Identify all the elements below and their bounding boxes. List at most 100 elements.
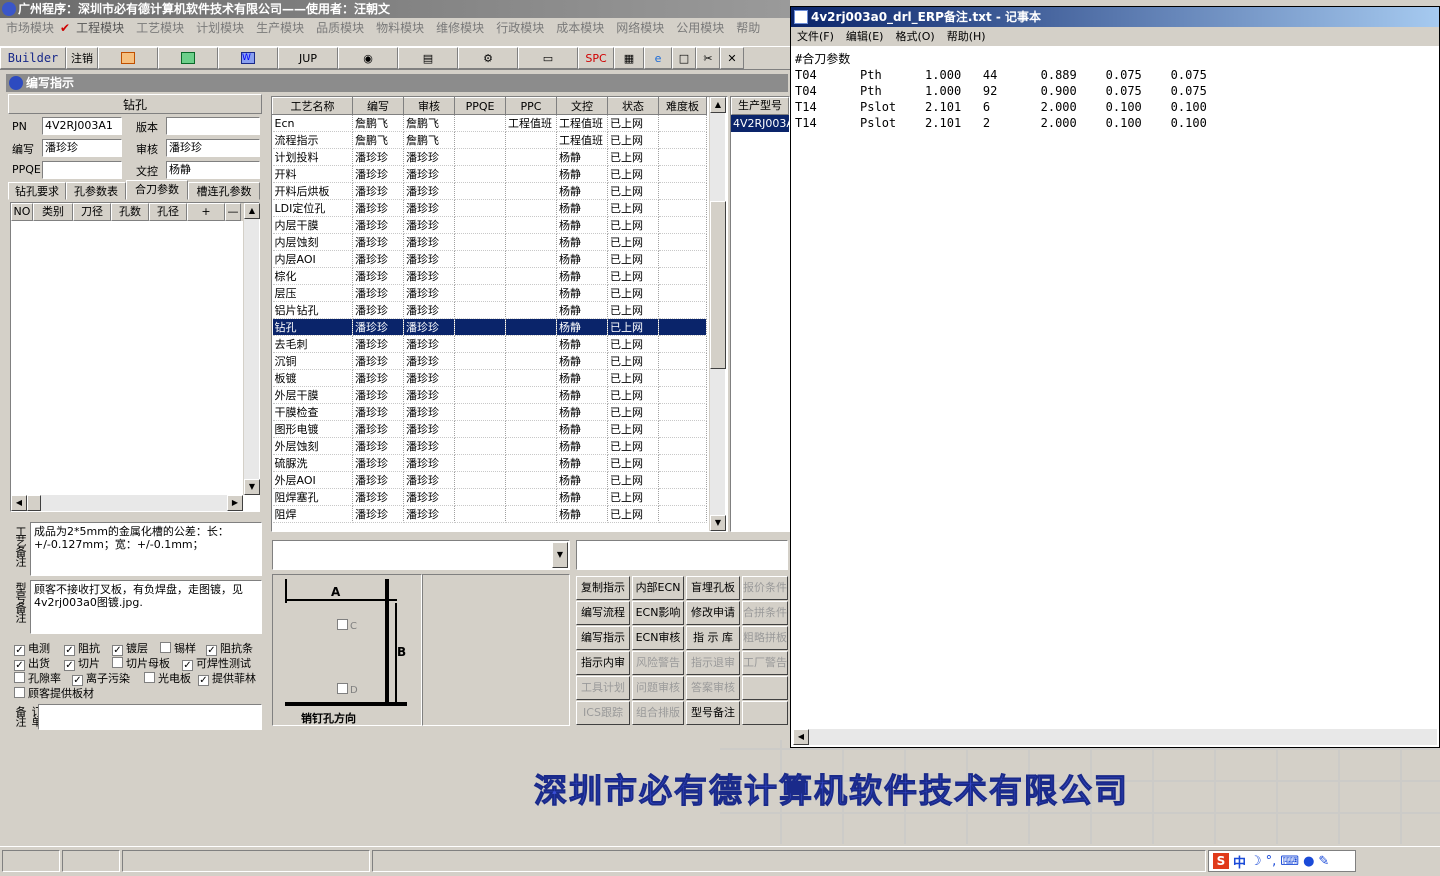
table-cell[interactable]: 潘珍珍 bbox=[352, 165, 404, 183]
spc-button[interactable]: SPC bbox=[578, 47, 614, 69]
action-button-19[interactable] bbox=[742, 676, 788, 700]
scroll-left-icon[interactable]: ◀ bbox=[11, 495, 27, 511]
vscroll-thumb[interactable] bbox=[710, 201, 726, 369]
checkbox-7[interactable]: 切片母板 bbox=[112, 655, 170, 671]
table-cell[interactable]: 潘珍珍 bbox=[403, 250, 455, 268]
table-cell[interactable]: 已上网 bbox=[607, 301, 659, 319]
table-cell[interactable]: 潘珍珍 bbox=[403, 233, 455, 251]
table-cell[interactable] bbox=[454, 148, 506, 166]
computer-button[interactable]: ▭ bbox=[518, 47, 578, 69]
table-cell[interactable]: 已上网 bbox=[607, 182, 659, 200]
table-row[interactable]: 计划投料 潘珍珍 潘珍珍 杨静 已上网 bbox=[272, 148, 707, 166]
action-button-12[interactable]: 指示内审 bbox=[576, 651, 630, 675]
table-cell[interactable]: 流程指示 bbox=[272, 131, 353, 149]
table-cell[interactable] bbox=[454, 403, 506, 421]
table-cell[interactable]: 杨静 bbox=[556, 148, 608, 166]
checkbox-box[interactable]: ✓ bbox=[198, 675, 209, 686]
action-button-14[interactable]: 指示退审 bbox=[686, 651, 740, 675]
word-button[interactable]: W bbox=[218, 47, 278, 69]
table-cell[interactable] bbox=[454, 182, 506, 200]
table-row[interactable]: 钻孔 潘珍珍 潘珍珍 杨静 已上网 bbox=[272, 318, 707, 336]
right-combo[interactable] bbox=[576, 540, 788, 570]
table-row[interactable]: 流程指示 詹鹏飞 詹鹏飞 工程值班 已上网 bbox=[272, 131, 707, 149]
scroll-up-icon[interactable]: ▲ bbox=[244, 203, 260, 219]
menu-item-0[interactable]: 市场模块 bbox=[0, 18, 60, 38]
table-row[interactable]: Ecn 詹鹏飞 詹鹏飞 工程值班 工程值班 已上网 bbox=[272, 114, 707, 132]
table-cell[interactable] bbox=[454, 216, 506, 234]
table-cell[interactable]: 已上网 bbox=[607, 369, 659, 387]
table-cell[interactable] bbox=[658, 131, 707, 149]
table-cell[interactable]: 潘珍珍 bbox=[403, 420, 455, 438]
close-button[interactable]: ✕ bbox=[720, 47, 744, 69]
table-cell[interactable]: 潘珍珍 bbox=[403, 318, 455, 336]
table-cell[interactable]: 杨静 bbox=[556, 420, 608, 438]
column-header-3[interactable]: PPQE bbox=[454, 97, 506, 115]
table-cell[interactable] bbox=[454, 233, 506, 251]
table-cell[interactable] bbox=[658, 148, 707, 166]
table-cell[interactable] bbox=[505, 505, 557, 523]
table-cell[interactable] bbox=[454, 199, 506, 217]
table-cell[interactable]: 已上网 bbox=[607, 505, 659, 523]
table-cell[interactable]: 沉铜 bbox=[272, 352, 353, 370]
table-row[interactable]: 去毛刺 潘珍珍 潘珍珍 杨静 已上网 bbox=[272, 335, 707, 353]
table-cell[interactable] bbox=[505, 318, 557, 336]
table-cell[interactable]: 杨静 bbox=[556, 233, 608, 251]
table-cell[interactable]: 内层干膜 bbox=[272, 216, 353, 234]
table-cell[interactable]: 工程值班 bbox=[505, 114, 557, 132]
table-cell[interactable]: 已上网 bbox=[607, 352, 659, 370]
table-cell[interactable]: 杨静 bbox=[556, 267, 608, 285]
action-button-1[interactable]: 内部ECN bbox=[632, 576, 684, 600]
table-cell[interactable] bbox=[658, 454, 707, 472]
table-row[interactable]: 外层干膜 潘珍珍 潘珍珍 杨静 已上网 bbox=[272, 386, 707, 404]
menu-item-11[interactable]: 公用模块 bbox=[670, 18, 730, 38]
table-cell[interactable]: 图形电镀 bbox=[272, 420, 353, 438]
menu-item-6[interactable]: 物料模块 bbox=[370, 18, 430, 38]
table-cell[interactable] bbox=[658, 369, 707, 387]
grid-hscrollbar[interactable]: ◀ ▶ bbox=[11, 495, 243, 511]
table-cell[interactable]: 已上网 bbox=[607, 131, 659, 149]
checkbox-4[interactable]: ✓ 阻抗条 bbox=[206, 640, 253, 656]
table-cell[interactable]: 潘珍珍 bbox=[352, 216, 404, 234]
diagram-check-d[interactable]: D bbox=[337, 683, 358, 696]
table-cell[interactable]: 潘珍珍 bbox=[352, 386, 404, 404]
notepad-menu-item-3[interactable]: 帮助(H) bbox=[941, 27, 992, 46]
table-cell[interactable]: 杨静 bbox=[556, 505, 608, 523]
subgrid-header-6[interactable]: — bbox=[225, 203, 241, 221]
table-cell[interactable]: 干膜检查 bbox=[272, 403, 353, 421]
table-cell[interactable] bbox=[505, 454, 557, 472]
table-cell[interactable]: 潘珍珍 bbox=[352, 488, 404, 506]
checkbox-0[interactable]: ✓ 电测 bbox=[14, 640, 50, 656]
action-button-16[interactable]: 工具计划 bbox=[576, 676, 630, 700]
table-cell[interactable] bbox=[454, 165, 506, 183]
table-cell[interactable]: 潘珍珍 bbox=[403, 301, 455, 319]
action-button-0[interactable]: 复制指示 bbox=[576, 576, 630, 600]
table-cell[interactable]: 外层干膜 bbox=[272, 386, 353, 404]
table-cell[interactable]: 詹鹏飞 bbox=[352, 131, 404, 149]
table-cell[interactable]: 潘珍珍 bbox=[352, 420, 404, 438]
checkbox-8[interactable]: ✓ 可焊性测试 bbox=[182, 655, 251, 671]
table-cell[interactable]: 阻焊 bbox=[272, 505, 353, 523]
checkbox-box[interactable] bbox=[14, 687, 25, 698]
ppt-button[interactable] bbox=[98, 47, 158, 69]
table-cell[interactable]: 潘珍珍 bbox=[352, 403, 404, 421]
left-combo[interactable]: ▼ bbox=[272, 540, 570, 570]
table-cell[interactable]: 潘珍珍 bbox=[352, 148, 404, 166]
doc-control-field[interactable]: 杨静 bbox=[166, 161, 260, 179]
menu-item-10[interactable]: 网络模块 bbox=[610, 18, 670, 38]
action-button-13[interactable]: 风险警告 bbox=[632, 651, 684, 675]
table-cell[interactable]: 工程值班 bbox=[556, 114, 608, 132]
table-cell[interactable]: 潘珍珍 bbox=[352, 505, 404, 523]
table-cell[interactable] bbox=[454, 505, 506, 523]
table-cell[interactable] bbox=[454, 318, 506, 336]
notepad-hscrollbar[interactable]: ◀ bbox=[793, 729, 1437, 745]
table-cell[interactable]: 潘珍珍 bbox=[403, 165, 455, 183]
ime-toolbar[interactable]: S 中 ☽ °, ⌨ ● ✎ bbox=[1208, 850, 1356, 872]
table-row[interactable]: 内层干膜 潘珍珍 潘珍珍 杨静 已上网 bbox=[272, 216, 707, 234]
table-cell[interactable]: 已上网 bbox=[607, 199, 659, 217]
subgrid-header-1[interactable]: 类别 bbox=[33, 203, 73, 221]
table-cell[interactable]: 已上网 bbox=[607, 437, 659, 455]
table-cell[interactable]: 潘珍珍 bbox=[403, 471, 455, 489]
tab-0[interactable]: 钻孔要求 bbox=[8, 182, 66, 200]
table-cell[interactable]: 已上网 bbox=[607, 403, 659, 421]
checkbox-6[interactable]: ✓ 切片 bbox=[64, 655, 100, 671]
